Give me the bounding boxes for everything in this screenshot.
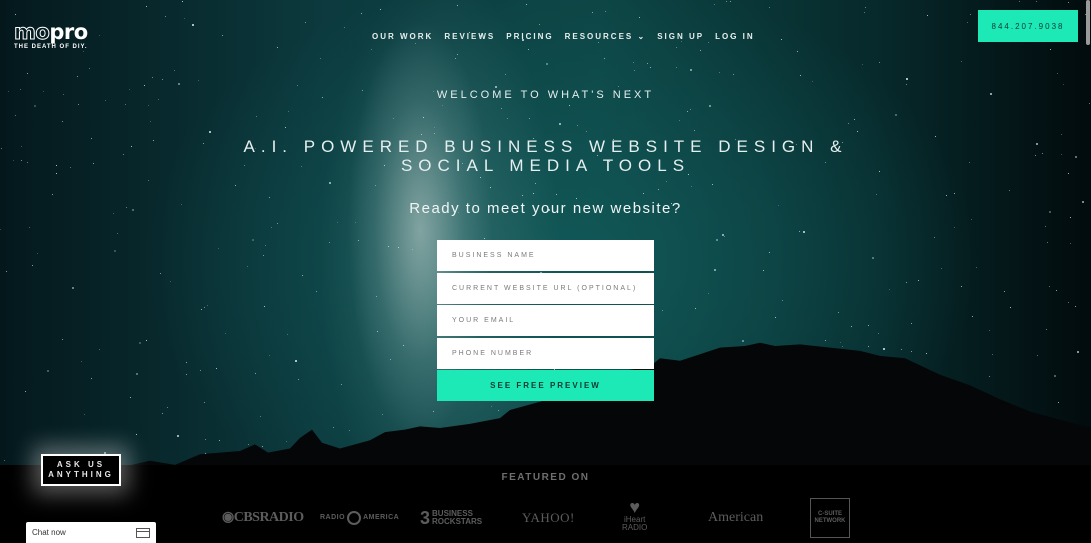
yahoo-logo: YAHOO! [522,509,575,525]
hero-eyebrow: WELCOME TO WHAT'S NEXT [436,89,655,101]
rockstars-mark-icon: 3 [420,507,431,528]
preview-signup-form: SEE FREE PREVIEW [437,240,654,401]
hero-subhead: Ready to meet your new website? [409,200,682,217]
nav-our-work[interactable]: OUR WORK [372,32,433,41]
ask-us-anything-button[interactable]: ASK US ANYTHING [41,454,121,486]
american-media-logo: American [708,509,764,525]
nav-log-in[interactable]: LOG IN [715,32,755,41]
nav-reviews[interactable]: REVIEWS [444,32,495,41]
featured-title: FEATURED ON [501,472,590,483]
radio-america-mark-icon [347,510,362,525]
press-logos: ◉CBSRADIO RADIO AMERICA 3 BUSINESS ROCKST… [0,495,1091,540]
mopro-logo[interactable]: mopro THE DEATH OF DIY. [13,20,88,50]
phone-number-button[interactable]: 844.207.9038 [978,10,1078,42]
logo-tagline: THE DEATH OF DIY. [14,44,88,50]
radio-america-logo: RADIO AMERICA [320,495,399,540]
window-icon[interactable] [136,527,150,538]
business-name-input[interactable] [437,240,654,271]
chat-now-label: Chat now [32,528,66,537]
iheart-radio-logo: ♥ iHeart RADIO [622,496,648,532]
page-scrollbar[interactable] [1086,0,1090,45]
nav-sign-up[interactable]: SIGN UP [657,32,704,41]
iheart-icon: ♥ [629,496,641,517]
website-url-input[interactable] [437,272,654,304]
business-rockstars-logo: 3 BUSINESS ROCKSTARS [420,507,483,528]
phone-input[interactable] [437,337,654,369]
email-input[interactable] [437,305,654,336]
main-nav: OUR WORK REVIEWS PRICING RESOURCES ⌄ SIG… [372,32,755,41]
logo-wordmark: mopro [13,20,88,44]
see-free-preview-button[interactable]: SEE FREE PREVIEW [437,370,654,401]
nav-resources-dropdown[interactable]: RESOURCES ⌄ [565,32,647,41]
chat-now-widget[interactable]: Chat now [26,522,156,543]
hero-headline: A.I. POWERED BUSINESS WEBSITE DESIGN & S… [243,137,848,175]
cbs-radio-logo: ◉CBSRADIO [222,510,304,525]
nav-pricing[interactable]: PRICING [506,32,553,41]
csuite-network-logo: C-SUITE NETWORK [810,498,850,538]
